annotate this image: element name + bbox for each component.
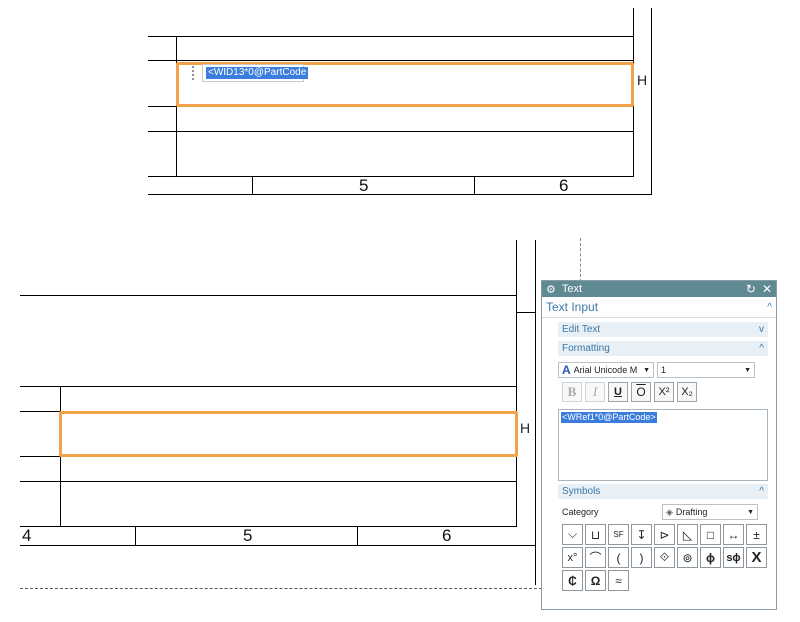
bottom-cell-divider-1 — [135, 526, 136, 545]
bottom-cell-label-5: 5 — [243, 526, 253, 545]
top-row-line-4 — [148, 131, 634, 132]
top-cell-label-6: 6 — [559, 176, 569, 195]
symbol-button-cross[interactable]: X — [746, 547, 767, 568]
symbol-button-slope[interactable]: ◺ — [677, 524, 698, 545]
note-drag-handle[interactable] — [191, 65, 195, 81]
symbol-button-circle-feature[interactable]: ⊚ — [677, 547, 698, 568]
symbol-button-approx[interactable]: ≈ — [608, 570, 629, 591]
symbol-button-counterbore[interactable]: ⊔ — [585, 524, 606, 545]
top-cell-divider-1 — [252, 176, 253, 194]
subscript-button[interactable]: X₂ — [677, 382, 697, 402]
top-cell-label-5: 5 — [359, 176, 369, 195]
symbol-button-centerline[interactable]: ₵ — [562, 570, 583, 591]
bottom-cell-label-4: 4 — [22, 526, 32, 545]
gear-icon[interactable]: ⚙ — [546, 283, 556, 296]
font-size-value: 1 — [661, 365, 667, 375]
symbol-button-right-paren[interactable]: ) — [631, 547, 652, 568]
dropdown-arrow-icon: ▼ — [643, 366, 650, 374]
dropdown-arrow-icon: ▼ — [747, 508, 754, 516]
text-input-section-header[interactable]: Text Input ^ — [542, 297, 776, 318]
bottom-highlight-box — [59, 411, 518, 457]
text-input-section-label: Text Input — [546, 300, 599, 314]
format-buttons-row: B I U O X² X₂ — [562, 382, 768, 402]
bottom-inner-right-line — [516, 240, 517, 526]
bottom-row-line-1 — [20, 386, 517, 387]
symbol-button-depth[interactable]: ↧ — [631, 524, 652, 545]
top-frame-right-line — [651, 8, 652, 194]
text-edit-value[interactable]: <WRef1*0@PartCode> — [561, 412, 657, 423]
dialog-title-bar: ⚙ Text ↻ ✕ — [542, 281, 776, 297]
dialog-title: Text — [561, 283, 583, 295]
symbols-subsection[interactable]: Symbols ^ — [558, 484, 768, 500]
bottom-bottom-line — [20, 545, 536, 546]
note-text[interactable]: <WID13*0@PartCode — [206, 67, 309, 79]
text-dialog: ⚙ Text ↻ ✕ Text Input ^ Edit Text v Form… — [541, 280, 777, 610]
font-dropdown[interactable]: A Arial Unicode M ▼ — [558, 362, 654, 378]
symbol-button-datum-target[interactable]: ⟐ — [654, 547, 675, 568]
center-dashed-line — [580, 238, 581, 282]
symbol-button-spotface[interactable]: SF — [608, 524, 629, 545]
symbols-grid: ⌵ ⊔ SF ↧ ⊳ ◺ □ ↔ ± x° ⌒ ( ) ⟐ ⊚ ϕ sϕ X ₵… — [562, 524, 772, 593]
dropdown-arrow-icon: ▼ — [744, 366, 751, 374]
top-cell-divider-2 — [474, 176, 475, 194]
superscript-button[interactable]: X² — [654, 382, 674, 402]
symbol-button-omega[interactable]: Ω — [585, 570, 606, 591]
close-icon[interactable]: ✕ — [762, 282, 772, 296]
bottom-frame-right-line — [535, 240, 536, 585]
bottom-dashed-line — [20, 588, 542, 589]
bottom-cell-label-6: 6 — [442, 526, 452, 545]
edit-text-subsection[interactable]: Edit Text v — [558, 322, 768, 338]
symbol-button-degree[interactable]: x° — [562, 547, 583, 568]
chevron-up-icon: ^ — [759, 486, 764, 497]
formatting-subsection[interactable]: Formatting ^ — [558, 341, 768, 357]
font-name: Arial Unicode M — [573, 365, 638, 375]
symbol-button-square[interactable]: □ — [700, 524, 721, 545]
bottom-row-line-0 — [20, 295, 517, 296]
top-row-line-1 — [148, 36, 634, 37]
symbol-button-arc-length-arrow[interactable]: ↔ — [723, 524, 744, 545]
drafting-icon: ◈ — [666, 506, 673, 517]
top-h-label: H — [637, 72, 648, 88]
category-dropdown[interactable]: ◈ Drafting ▼ — [662, 504, 758, 520]
formatting-label: Formatting — [562, 343, 610, 354]
chevron-down-icon: v — [759, 324, 764, 335]
bold-button[interactable]: B — [562, 382, 582, 402]
category-label: Category — [562, 507, 599, 517]
symbol-button-conical-taper[interactable]: ⊳ — [654, 524, 675, 545]
italic-button[interactable]: I — [585, 382, 605, 402]
edit-text-label: Edit Text — [562, 324, 601, 335]
underline-button[interactable]: U — [608, 382, 628, 402]
top-row-line-2 — [148, 60, 634, 61]
top-bottom-line — [148, 194, 652, 195]
font-size-dropdown[interactable]: 1 ▼ — [657, 362, 755, 378]
category-value: Drafting — [675, 507, 708, 517]
text-edit-area[interactable]: <WRef1*0@PartCode> — [558, 409, 768, 481]
font-row: A Arial Unicode M ▼ 1 ▼ — [558, 362, 768, 378]
chevron-up-icon: ^ — [759, 343, 764, 354]
category-row: Category ◈ Drafting ▼ — [562, 504, 768, 520]
symbol-button-spherical-diameter[interactable]: sϕ — [723, 547, 744, 568]
symbol-button-left-paren[interactable]: ( — [608, 547, 629, 568]
chevron-up-icon: ^ — [767, 301, 772, 313]
bottom-row-line-4 — [20, 481, 517, 482]
bottom-h-label: H — [520, 420, 531, 436]
symbol-button-arc[interactable]: ⌒ — [585, 547, 606, 568]
symbol-button-plus-minus[interactable]: ± — [746, 524, 767, 545]
refresh-icon[interactable]: ↻ — [746, 282, 756, 296]
symbol-button-countersink[interactable]: ⌵ — [562, 524, 583, 545]
bottom-cell-divider-2 — [357, 526, 358, 545]
frame-tick — [516, 312, 536, 313]
symbols-label: Symbols — [562, 486, 601, 497]
font-icon: A — [562, 363, 571, 377]
symbol-button-diameter[interactable]: ϕ — [700, 547, 721, 568]
note-edit-box[interactable]: <WID13*0@PartCode — [202, 64, 309, 82]
overline-button[interactable]: O — [631, 382, 651, 402]
